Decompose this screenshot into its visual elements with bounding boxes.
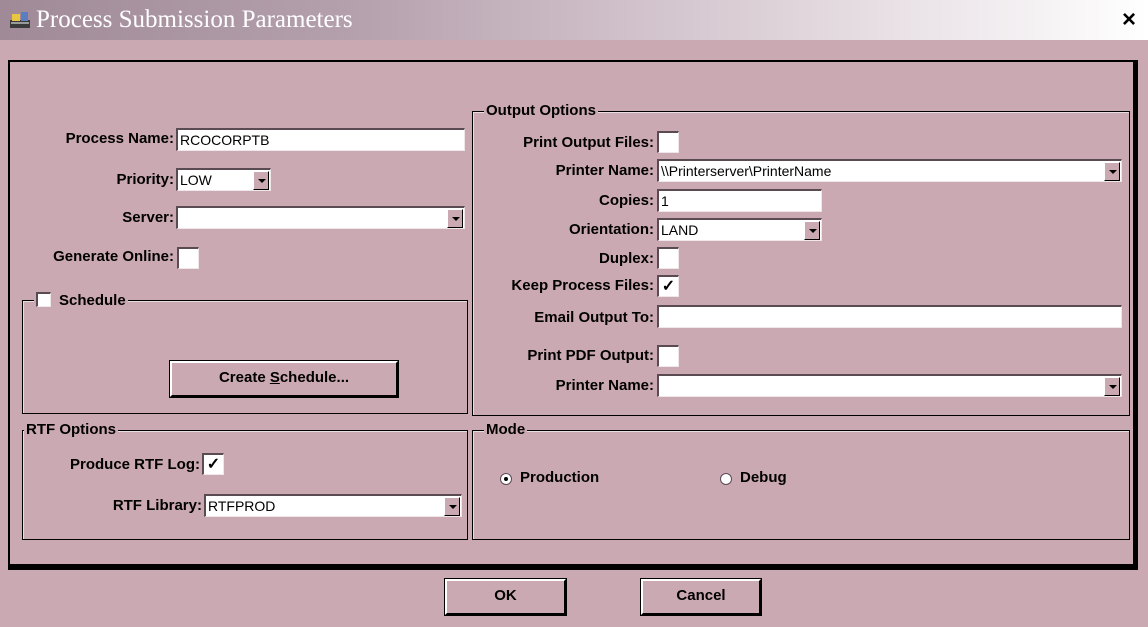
schedule-checkbox[interactable]: [36, 292, 51, 307]
close-icon[interactable]: ×: [1122, 6, 1136, 34]
produce-rtf-log-label: Produce RTF Log:: [70, 456, 200, 473]
chevron-down-icon[interactable]: [253, 171, 269, 190]
rtf-library-label: RTF Library:: [112, 497, 202, 514]
server-select[interactable]: [176, 206, 465, 229]
duplex-label: Duplex:: [598, 250, 654, 267]
generate-online-checkbox[interactable]: [177, 247, 199, 269]
copies-field[interactable]: 1: [657, 189, 822, 212]
print-pdf-output-checkbox[interactable]: [657, 345, 679, 367]
window-title: Process Submission Parameters: [36, 6, 353, 33]
create-schedule-label-c: chedule...: [279, 369, 350, 386]
print-output-files-checkbox[interactable]: [657, 131, 679, 153]
create-schedule-label-b: S: [269, 369, 280, 386]
production-label[interactable]: Production: [520, 469, 599, 486]
output-options-title: Output Options: [484, 102, 598, 119]
orientation-label: Orientation:: [569, 221, 654, 238]
printer-name-select[interactable]: \\Printerserver\PrinterName: [657, 159, 1122, 182]
cancel-button[interactable]: Cancel: [640, 578, 762, 616]
create-schedule-label-a: Create: [218, 369, 270, 386]
pdf-printer-name-select[interactable]: [657, 374, 1122, 397]
orientation-value: LAND: [661, 222, 699, 238]
priority-label: Priority:: [116, 171, 174, 188]
debug-label[interactable]: Debug: [740, 469, 787, 486]
keep-process-files-label: Keep Process Files:: [511, 277, 654, 294]
pdf-printer-name-label: Printer Name:: [555, 377, 654, 394]
keep-process-files-checkbox[interactable]: ✓: [657, 275, 679, 297]
chevron-down-icon[interactable]: [804, 221, 820, 240]
produce-rtf-log-checkbox[interactable]: ✓: [202, 453, 224, 475]
chevron-down-icon[interactable]: [444, 497, 460, 516]
rtf-library-select[interactable]: RTFPROD: [204, 494, 462, 517]
priority-value: LOW: [180, 172, 212, 188]
rtf-options-group: [22, 430, 468, 540]
generate-online-label: Generate Online:: [53, 248, 174, 265]
schedule-title: Schedule: [34, 292, 128, 309]
rtf-library-value: RTFPROD: [208, 498, 276, 514]
duplex-checkbox[interactable]: [657, 247, 679, 269]
chevron-down-icon[interactable]: [1104, 377, 1120, 396]
server-label: Server:: [122, 209, 174, 226]
copies-label: Copies:: [598, 192, 654, 209]
create-schedule-button[interactable]: Create Schedule...: [169, 360, 399, 398]
title-bar[interactable]: Process Submission Parameters ×: [0, 0, 1148, 40]
print-pdf-output-label: Print PDF Output:: [527, 347, 654, 364]
debug-radio[interactable]: [720, 473, 732, 485]
printer-name-label: Printer Name:: [555, 162, 654, 179]
process-name-field[interactable]: RCOCORPTB: [176, 128, 465, 151]
rtf-options-title: RTF Options: [24, 421, 118, 438]
priority-select[interactable]: LOW: [176, 168, 271, 191]
orientation-select[interactable]: LAND: [657, 218, 822, 241]
production-radio[interactable]: [500, 473, 512, 485]
printer-name-value: \\Printerserver\PrinterName: [661, 163, 832, 179]
schedule-label: Schedule: [59, 292, 126, 309]
chevron-down-icon[interactable]: [1104, 162, 1120, 181]
app-icon: [10, 12, 30, 28]
email-output-field[interactable]: [657, 305, 1122, 328]
mode-title: Mode: [484, 421, 528, 438]
chevron-down-icon[interactable]: [447, 209, 463, 228]
ok-button[interactable]: OK: [444, 578, 567, 616]
email-output-label: Email Output To:: [534, 309, 654, 326]
process-name-label: Process Name:: [65, 130, 174, 147]
print-output-files-label: Print Output Files:: [523, 134, 654, 151]
